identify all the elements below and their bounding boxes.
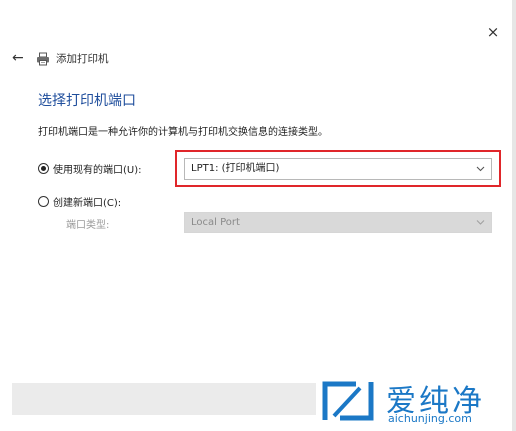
radio-existing-port[interactable]: 使用现有的端口(U): <box>38 161 142 176</box>
close-icon: × <box>486 23 500 41</box>
port-type-select: Local Port <box>184 212 492 233</box>
chevron-down-icon <box>476 159 485 187</box>
page-description: 打印机端口是一种允许你的计算机与打印机交换信息的连接类型。 <box>38 127 328 138</box>
watermark: 爱纯净 aichunjing.com <box>322 378 508 428</box>
page-title: 选择打印机端口 <box>38 93 136 109</box>
radio-checked-icon[interactable] <box>38 163 49 174</box>
window-edge <box>512 0 516 431</box>
watermark-url: aichunjing.com <box>388 412 472 425</box>
watermark-logo-icon <box>322 378 374 424</box>
close-button[interactable]: × <box>483 22 503 42</box>
port-type-select-value: Local Port <box>191 217 240 228</box>
existing-port-select-value: LPT1: (打印机端口) <box>191 163 280 174</box>
radio-unchecked-icon[interactable] <box>38 196 49 207</box>
existing-port-select[interactable]: LPT1: (打印机端口) <box>184 158 492 180</box>
port-type-label: 端口类型: <box>66 220 110 231</box>
radio-new-port-label: 创建新端口(C): <box>53 198 122 209</box>
header: ← 添加打印机 <box>12 48 109 68</box>
radio-existing-port-label: 使用现有的端口(U): <box>53 165 142 176</box>
header-title: 添加打印机 <box>56 52 109 65</box>
chevron-down-icon <box>476 213 485 240</box>
radio-new-port[interactable]: 创建新端口(C): <box>38 194 121 209</box>
back-arrow-icon[interactable]: ← <box>12 48 28 68</box>
footer-bar <box>12 383 316 415</box>
printer-icon <box>36 51 50 66</box>
